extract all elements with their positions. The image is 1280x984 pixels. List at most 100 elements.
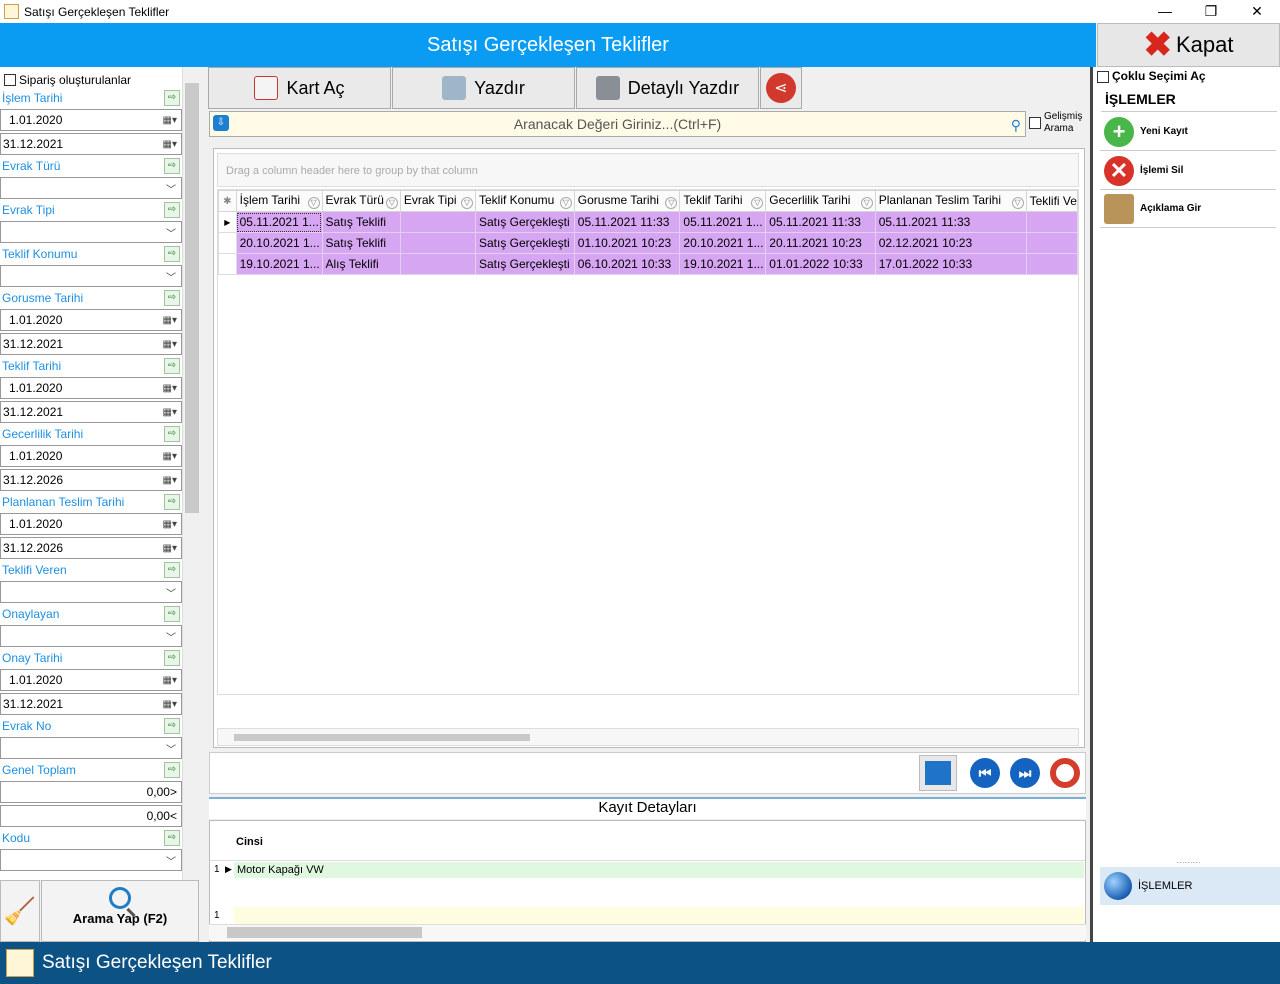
new-record-button[interactable]: + Yeni Kayıt [1100,113,1276,151]
clear-filters-button[interactable]: 🧹 [0,880,40,942]
last-record-button[interactable]: ⏭ [1006,755,1044,791]
multi-select-toggle[interactable]: Çoklu Seçimi Aç [1097,69,1206,83]
table-cell[interactable]: 05.11.2021 11:33 [874,211,1027,233]
table-cell[interactable] [1025,232,1078,254]
table-cell[interactable]: Satış Gerçekleşti [474,232,575,254]
filter-icon[interactable]: ▽ [665,197,678,209]
teklif-tarihi-from[interactable]: 1.01.2020 ▦▾ [0,377,182,399]
table-cell[interactable]: 05.11.2021 1... [235,211,323,233]
help-button[interactable] [1046,755,1084,791]
kapat-button[interactable]: ✖ Kapat [1097,23,1280,67]
table-cell[interactable] [1025,253,1078,275]
column-header[interactable]: ▽ Planlanan Teslim Tarihi [874,190,1027,212]
table-cell[interactable]: Satış Gerçekleşti [474,211,575,233]
table-cell[interactable]: Satış Teklifi [321,211,401,233]
table-cell[interactable]: 05.11.2021 11:33 [765,211,876,233]
onay-tarihi-to[interactable]: 31.12.2021 ▦▾ [0,693,182,715]
pin-icon[interactable]: ⇨ [164,90,180,106]
scroll-thumb[interactable] [185,83,199,513]
share-button[interactable]: ⋖ [760,67,802,109]
chevron-down-icon[interactable]: ﹀ [166,181,181,196]
row-indicator[interactable]: ▶ [218,211,237,233]
scroll-thumb[interactable] [234,734,530,741]
evrak-turu-select[interactable]: ﹀ [0,177,182,199]
kart-ac-button[interactable]: Kart Aç [208,67,391,109]
download-icon[interactable]: ⇩ [213,115,229,131]
pin-icon[interactable]: ⇨ [164,358,180,374]
gorusme-tarihi-from[interactable]: 1.01.2020 ▦▾ [0,309,182,331]
list-view-button[interactable] [919,755,957,791]
pin-icon[interactable]: ⇨ [164,562,180,578]
chevron-down-icon[interactable]: ﹀ [166,629,181,644]
row-indicator[interactable] [218,253,237,275]
table-cell[interactable]: 02.12.2021 10:23 [874,232,1027,254]
calendar-icon[interactable]: ▦▾ [163,519,181,530]
filter-icon[interactable]: ▽ [559,197,572,209]
chevron-down-icon[interactable]: ﹀ [166,741,181,756]
chevron-down-icon[interactable]: ﹀ [166,225,181,240]
filter-icon[interactable]: ▽ [751,197,764,209]
pin-icon[interactable]: ⇨ [164,426,180,442]
table-cell[interactable]: 20.10.2021 1... [235,232,323,254]
filter-icon[interactable]: ▽ [1011,197,1024,209]
delete-record-button[interactable]: ✕ İşlemi Sil [1100,152,1276,190]
add-note-button[interactable]: Açıklama Gir [1100,190,1276,228]
details-header[interactable]: Cinsi [210,821,1085,861]
teslim-tarihi-to[interactable]: 31.12.2026 ▦▾ [0,537,182,559]
table-cell[interactable]: 20.10.2021 1... [679,232,767,254]
gorusme-tarihi-to[interactable]: 31.12.2021 ▦▾ [0,333,182,355]
pin-icon[interactable]: ⇨ [164,830,180,846]
table-row[interactable]: 20.10.2021 1... Satış Teklifi Satış Gerç… [218,232,1078,254]
teslim-tarihi-from[interactable]: 1.01.2020 ▦▾ [0,513,182,535]
chevron-down-icon[interactable]: ﹀ [166,853,181,868]
grid-horizontal-scrollbar[interactable] [217,728,1079,746]
group-by-band[interactable]: Drag a column header here to group by th… [217,153,1079,187]
column-header[interactable]: ▽ Evrak Tipi [399,190,476,212]
column-header[interactable]: ▽ Gorusme Tarihi [573,190,681,212]
table-cell[interactable]: 06.10.2021 10:33 [573,253,681,275]
advanced-search-toggle[interactable]: Gelişmiş Arama [1029,111,1089,139]
gecerlilik-tarihi-to[interactable]: 31.12.2026 ▦▾ [0,469,182,491]
calendar-icon[interactable]: ▦▾ [163,115,181,126]
table-cell[interactable] [399,253,476,275]
pin-icon[interactable]: ⇨ [164,202,180,218]
onay-tarihi-from[interactable]: 1.01.2020 ▦▾ [0,669,182,691]
gecerlilik-tarihi-from[interactable]: 1.01.2020 ▦▾ [0,445,182,467]
table-cell[interactable]: Satış Teklifi [321,232,401,254]
row-indicator[interactable] [218,232,237,254]
table-cell[interactable] [399,232,476,254]
pin-icon[interactable]: ⇨ [164,650,180,666]
column-header[interactable]: ▽ İşlem Tarihi [235,190,323,212]
genel-toplam-min[interactable]: 0,00> [0,781,182,803]
scroll-thumb[interactable] [227,927,422,938]
operations-nav-item[interactable]: İŞLEMLER [1100,867,1280,905]
column-header[interactable]: ▽ Evrak Türü [321,190,401,212]
genel-toplam-max[interactable]: 0,00< [0,805,182,827]
table-cell[interactable]: 19.10.2021 1... [235,253,323,275]
pin-icon[interactable]: ⇨ [164,246,180,262]
pin-icon[interactable]: ⇨ [164,494,180,510]
evrak-no-select[interactable]: ﹀ [0,737,182,759]
teklifi-veren-select[interactable]: ﹀ [0,581,182,603]
multi-select-checkbox[interactable] [1097,70,1109,83]
search-icon[interactable]: ⚲ [1011,113,1021,137]
close-window-button[interactable]: ✕ [1234,0,1280,23]
column-header[interactable]: Teklifi Ve [1025,190,1078,212]
pin-icon[interactable]: ⇨ [164,290,180,306]
kodu-select[interactable]: ﹀ [0,849,182,871]
chevron-down-icon[interactable]: ﹀ [166,585,181,600]
calendar-icon[interactable]: ▦▾ [163,675,181,686]
calendar-icon[interactable]: ▦▾ [163,543,181,554]
table-row[interactable]: ▶ 05.11.2021 1... Satış Teklifi Satış Ge… [218,211,1078,233]
table-cell[interactable]: 01.10.2021 10:23 [573,232,681,254]
filter-icon[interactable]: ▽ [860,197,873,209]
pin-icon[interactable]: ⇨ [164,762,180,778]
search-button[interactable]: Arama Yap (F2) [41,880,199,942]
teklif-konumu-select[interactable]: ﹀ [0,265,182,287]
detayli-yazdir-button[interactable]: Detaylı Yazdır [576,67,759,109]
table-cell[interactable]: 20.11.2021 10:23 [765,232,876,254]
new-row-indicator[interactable]: ✱ [218,190,237,212]
table-cell[interactable]: 17.01.2022 10:33 [874,253,1027,275]
table-cell[interactable]: Alış Teklifi [321,253,401,275]
column-header[interactable]: ▽ Gecerlilik Tarihi [765,190,876,212]
